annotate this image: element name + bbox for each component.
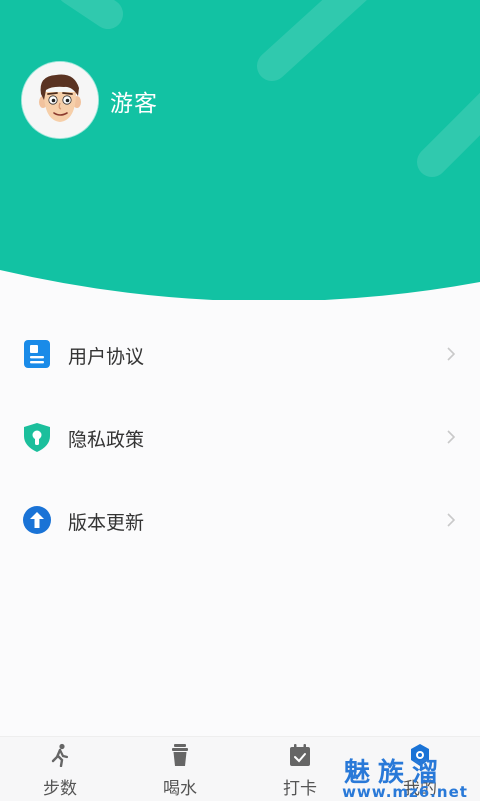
profile-header: 游客: [0, 0, 480, 300]
avatar[interactable]: [22, 62, 98, 138]
menu-item-label: 版本更新: [68, 512, 145, 534]
cup-icon: [168, 743, 192, 767]
username: 游客: [110, 91, 158, 117]
menu-item-label: 用户协议: [68, 346, 145, 368]
site-watermark: 魅族溜 www.mz6.net: [332, 752, 478, 801]
menu-item-version-update[interactable]: 版本更新: [0, 478, 480, 561]
menu-item-label: 隐私政策: [68, 429, 145, 451]
cartoon-face-icon: [22, 62, 98, 138]
menu-item-user-agreement[interactable]: 用户协议: [0, 312, 480, 395]
document-icon: [22, 339, 52, 369]
chevron-right-icon: [444, 346, 458, 362]
walking-icon: [48, 743, 72, 768]
chevron-right-icon: [444, 429, 458, 445]
chevron-right-icon: [444, 512, 458, 528]
calendar-check-icon: [288, 743, 312, 767]
watermark-url: www.mz6.net: [342, 783, 468, 801]
tab-label: 步数: [43, 779, 77, 799]
tab-label: 喝水: [163, 779, 197, 799]
tab-water[interactable]: 喝水: [120, 737, 240, 801]
settings-menu: 用户协议 隐私政策 版本更新: [0, 312, 480, 561]
upload-arrow-icon: [22, 505, 52, 535]
shield-icon: [22, 422, 52, 452]
menu-item-privacy-policy[interactable]: 隐私政策: [0, 395, 480, 478]
header-background: [0, 0, 480, 300]
tab-steps[interactable]: 步数: [0, 737, 120, 801]
